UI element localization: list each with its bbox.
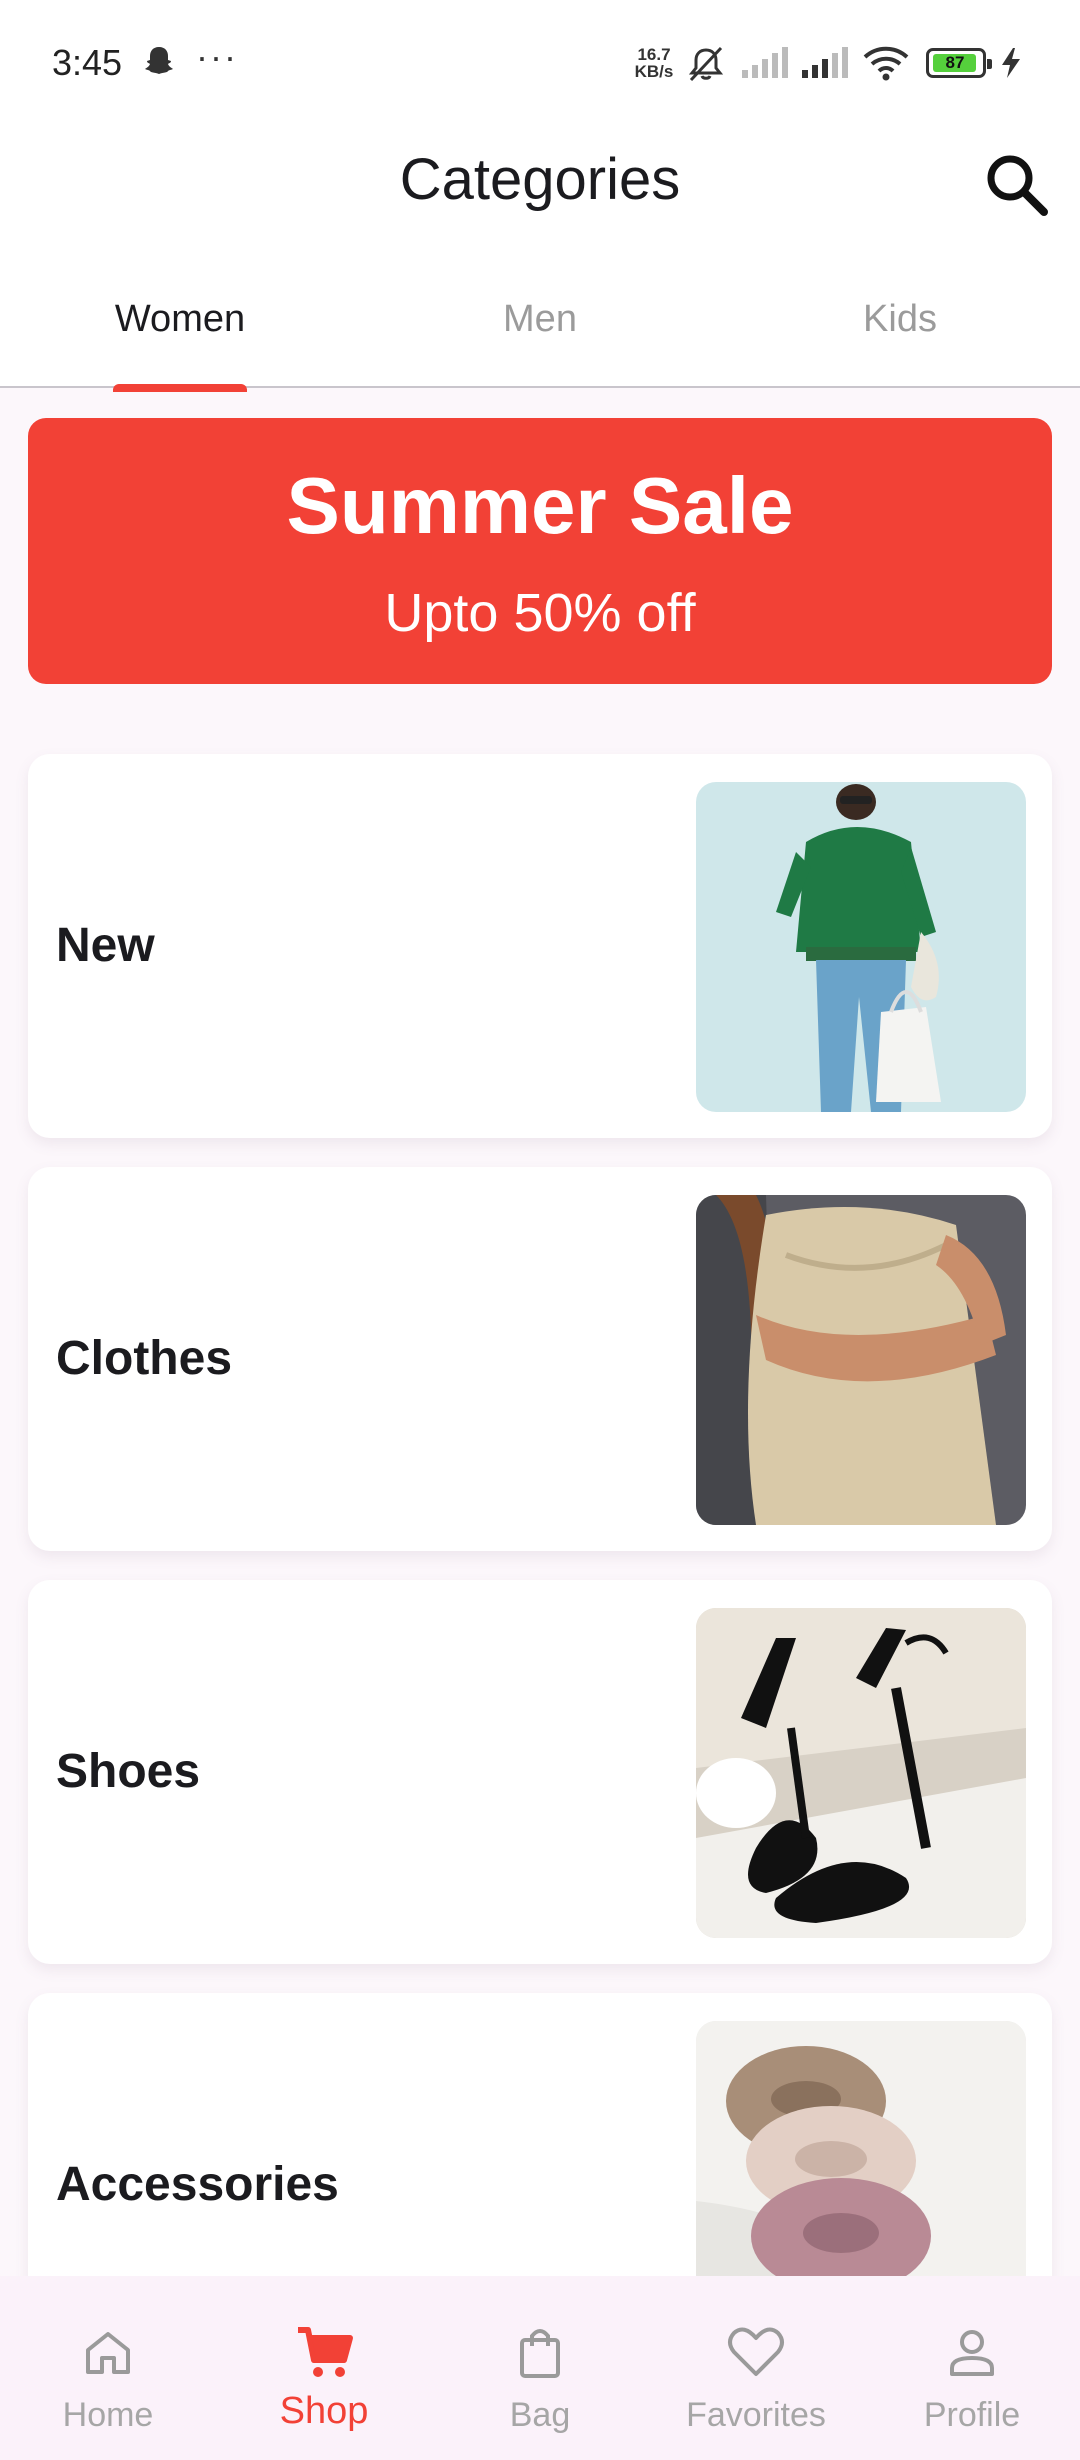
status-bar: 3:45 ··· 16.7 KB/s 87 <box>0 0 1080 120</box>
nav-home[interactable]: Home <box>0 2276 216 2460</box>
app-bar: Categories <box>0 120 1080 260</box>
nav-profile[interactable]: Profile <box>864 2276 1080 2460</box>
nav-label: Profile <box>923 2396 1021 2434</box>
category-card-shoes[interactable]: Shoes <box>28 1580 1052 1964</box>
category-card-clothes[interactable]: Clothes <box>28 1167 1052 1551</box>
heart-icon <box>728 2327 784 2376</box>
wifi-icon <box>863 46 909 81</box>
more-notifications-icon: ··· <box>196 36 238 77</box>
category-label: Clothes <box>56 1332 233 1385</box>
category-card-new[interactable]: New <box>28 754 1052 1138</box>
nav-label: Shop <box>279 2390 369 2432</box>
tab-indicator <box>113 384 247 392</box>
battery-level: 87 <box>945 53 965 72</box>
home-icon <box>86 2332 130 2374</box>
snapchat-ghost-icon <box>145 47 173 74</box>
cart-icon <box>298 2327 353 2377</box>
signal-icon <box>742 47 788 78</box>
category-tabs: Women Men Kids <box>0 260 1080 392</box>
tab-label: Women <box>114 298 246 340</box>
tab-label: Kids <box>863 298 937 340</box>
category-label: Shoes <box>56 1745 201 1798</box>
bag-icon <box>520 2329 560 2378</box>
nav-favorites[interactable]: Favorites <box>648 2276 864 2460</box>
tab-kids[interactable]: Kids <box>720 298 1080 341</box>
battery-icon: 87 <box>926 48 992 78</box>
banner-subtitle: Upto 50% off <box>384 583 696 643</box>
speed-value: 16.7 <box>637 45 671 64</box>
tab-men[interactable]: Men <box>360 298 720 341</box>
black-heels-photo <box>696 1608 1026 1938</box>
tab-label: Men <box>503 298 577 340</box>
signal-icon <box>802 47 848 78</box>
category-label: New <box>56 919 155 972</box>
nav-label: Bag <box>509 2396 571 2434</box>
profile-icon <box>950 2330 994 2376</box>
speed-unit: KB/s <box>634 62 674 81</box>
nav-shop[interactable]: Shop <box>216 2276 432 2460</box>
nav-label: Favorites <box>686 2396 826 2434</box>
status-time: 3:45 <box>52 42 123 83</box>
tab-women[interactable]: Women <box>0 298 360 392</box>
page-title: Categories <box>399 147 681 212</box>
bottom-navigation: Home Shop Bag Favorites Profile <box>0 2276 1080 2460</box>
satin-dress-photo <box>696 1195 1026 1525</box>
summer-sale-banner[interactable]: Summer Sale Upto 50% off <box>28 418 1052 684</box>
nav-bag[interactable]: Bag <box>432 2276 648 2460</box>
woman-green-sweater-photo <box>696 782 1026 1112</box>
charging-icon <box>1002 48 1020 78</box>
search-icon[interactable] <box>980 148 1052 220</box>
mute-icon <box>688 46 724 82</box>
nav-label: Home <box>62 2396 154 2434</box>
network-speed: 16.7 KB/s <box>632 46 676 80</box>
banner-title: Summer Sale <box>286 461 794 550</box>
